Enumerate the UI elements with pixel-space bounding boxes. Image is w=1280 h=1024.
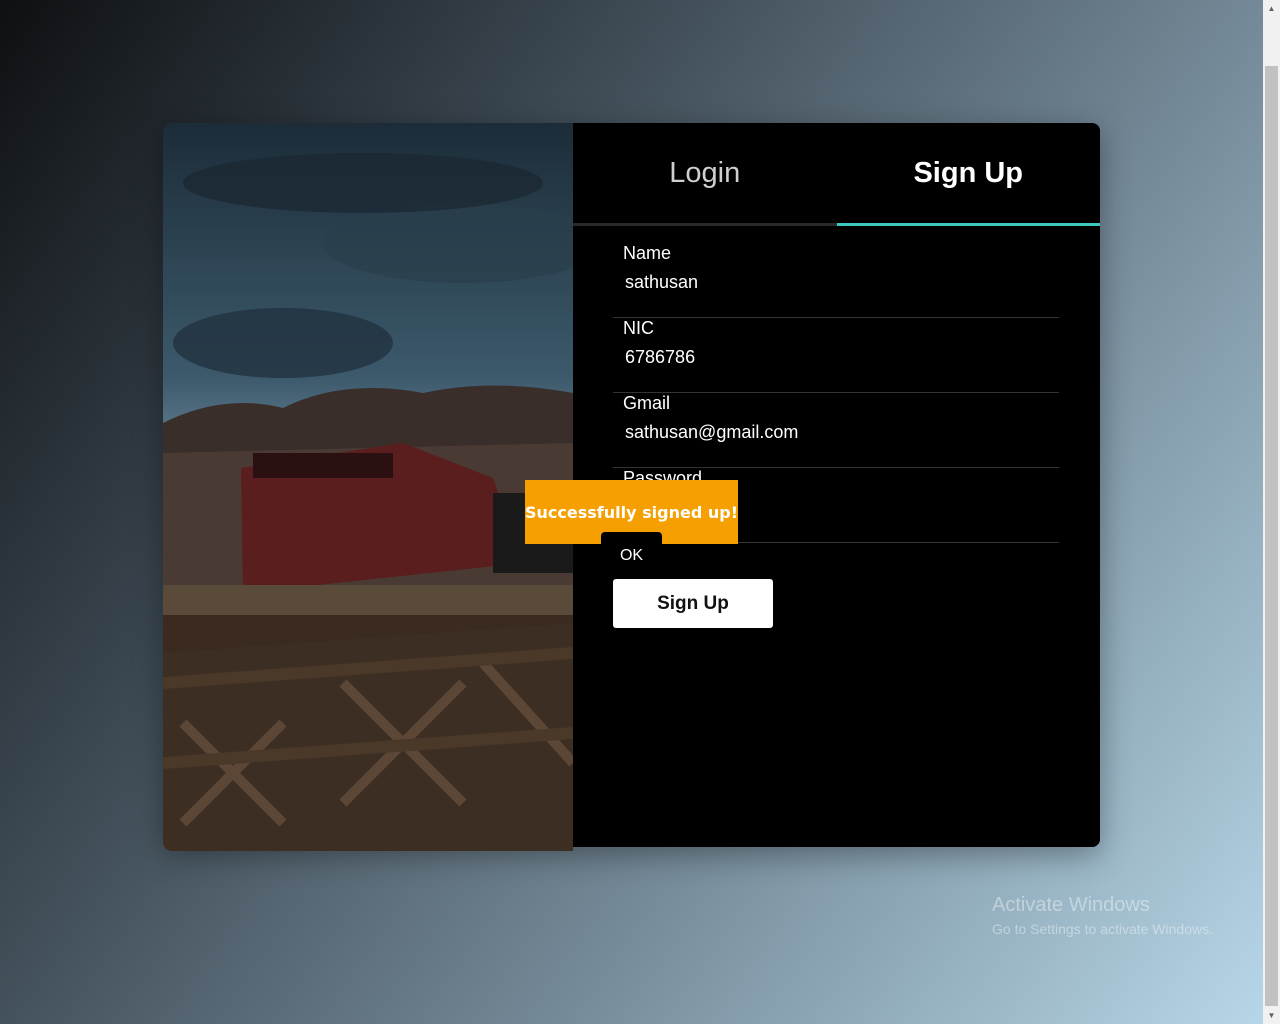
train-bridge-image [163,123,573,851]
watermark-title: Activate Windows [992,894,1150,916]
name-field-group: Name [613,243,1059,318]
name-input[interactable] [623,271,1047,294]
nic-input[interactable] [623,346,1047,369]
windows-activation-watermark: Activate Windows Go to Settings to activ… [992,894,1213,937]
signup-button[interactable]: Sign Up [613,579,773,628]
scroll-thumb[interactable] [1265,66,1278,1006]
nic-label: NIC [623,318,654,338]
name-label: Name [623,243,672,263]
gmail-label: Gmail [623,393,671,413]
page-scrollbar[interactable]: ▲ ▼ [1263,0,1280,1024]
tab-signup[interactable]: Sign Up [836,123,1100,226]
toast-ok-button[interactable]: OK [601,532,662,572]
gmail-field-group: Gmail [613,393,1059,468]
scroll-down-arrow-icon[interactable]: ▼ [1263,1007,1280,1024]
watermark-subtitle: Go to Settings to activate Windows. [992,921,1213,937]
auth-tabs: Login Sign Up [573,123,1100,226]
nic-field-group: NIC [613,318,1059,393]
scroll-up-arrow-icon[interactable]: ▲ [1263,0,1280,17]
gmail-input[interactable] [623,421,1047,444]
tab-login[interactable]: Login [573,123,837,226]
toast-message: Successfully signed up! [525,502,738,522]
